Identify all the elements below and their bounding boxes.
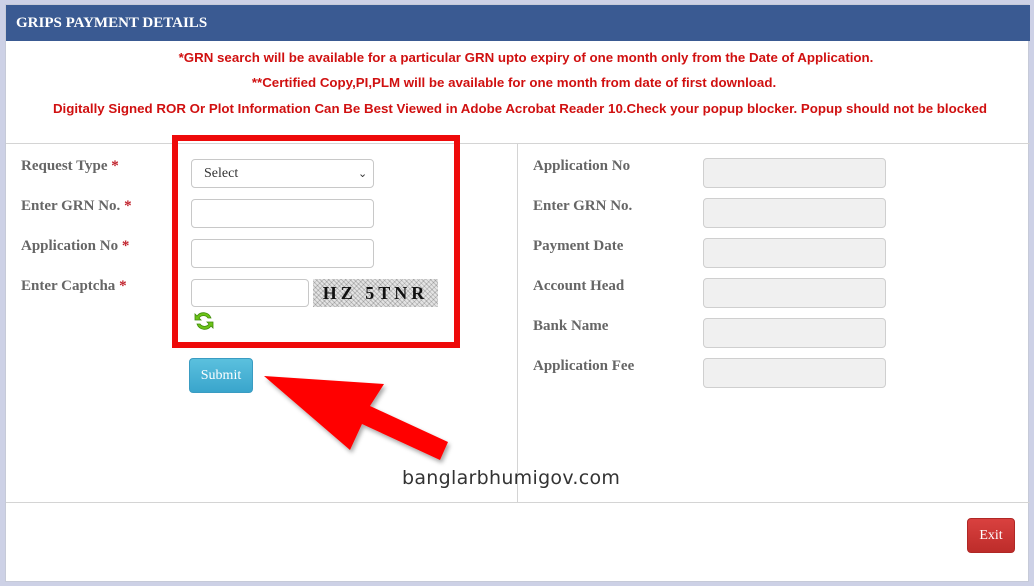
request-type-select[interactable]: Select [191,159,374,188]
detail-account-head-field [703,278,886,308]
captcha-label: Enter Captcha * [21,278,127,294]
captcha-input[interactable] [191,279,309,307]
detail-payment-date-field [703,238,886,268]
watermark: banglarbhumigov.com [402,467,621,489]
detail-application-no-field [703,158,886,188]
panel-header: GRIPS PAYMENT DETAILS [6,5,1030,41]
exit-button[interactable]: Exit [967,518,1015,553]
detail-account-head-label: Account Head [533,278,625,294]
search-form: Request Type * Select ⌄ Enter GRN No. * … [6,144,518,502]
application-no-input[interactable] [191,239,374,268]
grn-no-input[interactable] [191,199,374,228]
detail-application-fee-field [703,358,886,388]
detail-bank-name-field [703,318,886,348]
payment-details: Application No Enter GRN No. Payment Dat… [518,144,1030,502]
detail-application-no-label: Application No [533,158,631,174]
request-type-label: Request Type * [21,158,119,174]
notice-certified-copy: **Certified Copy,PI,PLM will be availabl… [251,75,777,90]
captcha-image: HZ 5TNR [313,279,438,307]
grips-payment-panel: GRIPS PAYMENT DETAILS *GRN search will b… [5,4,1030,583]
submit-button[interactable]: Submit [189,358,253,393]
panel-footer: Exit [6,502,1030,583]
refresh-captcha-icon[interactable] [192,309,216,333]
grn-no-label: Enter GRN No. * [21,198,132,214]
page-title: GRIPS PAYMENT DETAILS [16,15,208,31]
detail-payment-date-label: Payment Date [533,238,624,254]
notices: *GRN search will be available for a part… [6,41,1030,144]
notice-popup-blocker: Digitally Signed ROR Or Plot Information… [52,101,988,116]
detail-grn-no-label: Enter GRN No. [533,198,633,214]
detail-application-fee-label: Application Fee [533,358,635,374]
notice-grn-search: *GRN search will be available for a part… [178,50,874,65]
detail-bank-name-label: Bank Name [533,318,609,334]
application-no-label: Application No * [21,238,130,254]
detail-grn-no-field [703,198,886,228]
